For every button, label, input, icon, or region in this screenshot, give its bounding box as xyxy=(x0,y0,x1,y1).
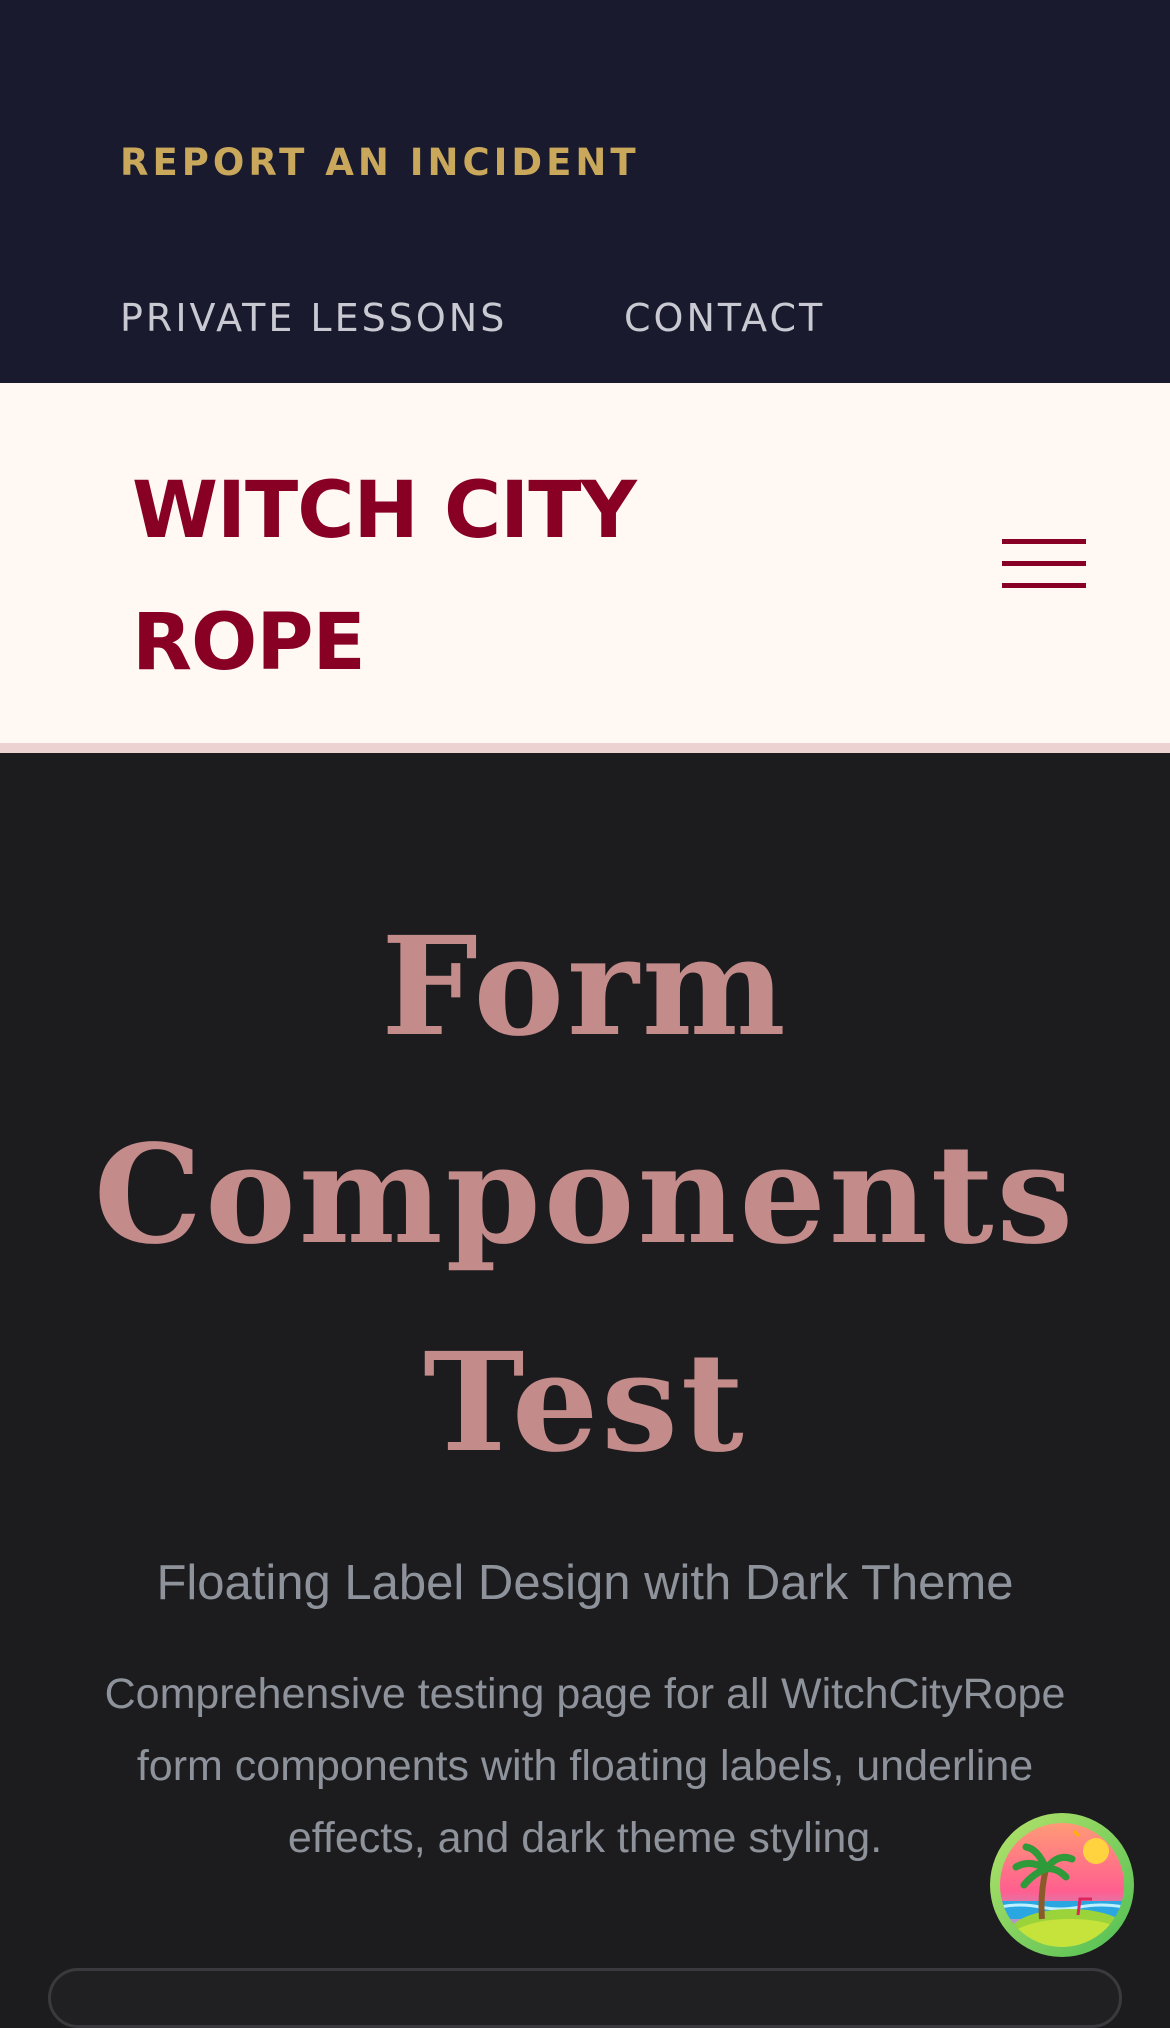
nav-contact[interactable]: CONTACT xyxy=(624,293,825,343)
site-header: WITCH CITY ROPE xyxy=(0,383,1170,753)
hamburger-line xyxy=(1002,583,1086,588)
hamburger-line xyxy=(1002,561,1086,566)
top-utility-nav: REPORT AN INCIDENT PRIVATE LESSONS CONTA… xyxy=(0,0,1170,383)
page-description: Comprehensive testing page for all Witch… xyxy=(104,1670,1066,1862)
report-incident-link[interactable]: REPORT AN INCIDENT xyxy=(120,138,640,188)
fab-avatar xyxy=(1000,1823,1124,1947)
brand-logo-text[interactable]: WITCH CITY ROPE xyxy=(132,445,732,709)
island-illustration xyxy=(1000,1823,1124,1947)
page-subtitle: Floating Label Design with Dark Theme xyxy=(156,1556,1014,1610)
hamburger-line xyxy=(1002,539,1086,544)
page-title: Form Components Test xyxy=(93,907,1077,1483)
hamburger-menu-icon[interactable] xyxy=(1002,535,1086,595)
form-card xyxy=(48,1968,1122,2028)
island-beach-icon[interactable] xyxy=(990,1813,1134,1957)
hero-section: Form Components Test Floating Label Desi… xyxy=(0,753,1170,2028)
nav-private-lessons[interactable]: PRIVATE LESSONS xyxy=(120,293,507,343)
